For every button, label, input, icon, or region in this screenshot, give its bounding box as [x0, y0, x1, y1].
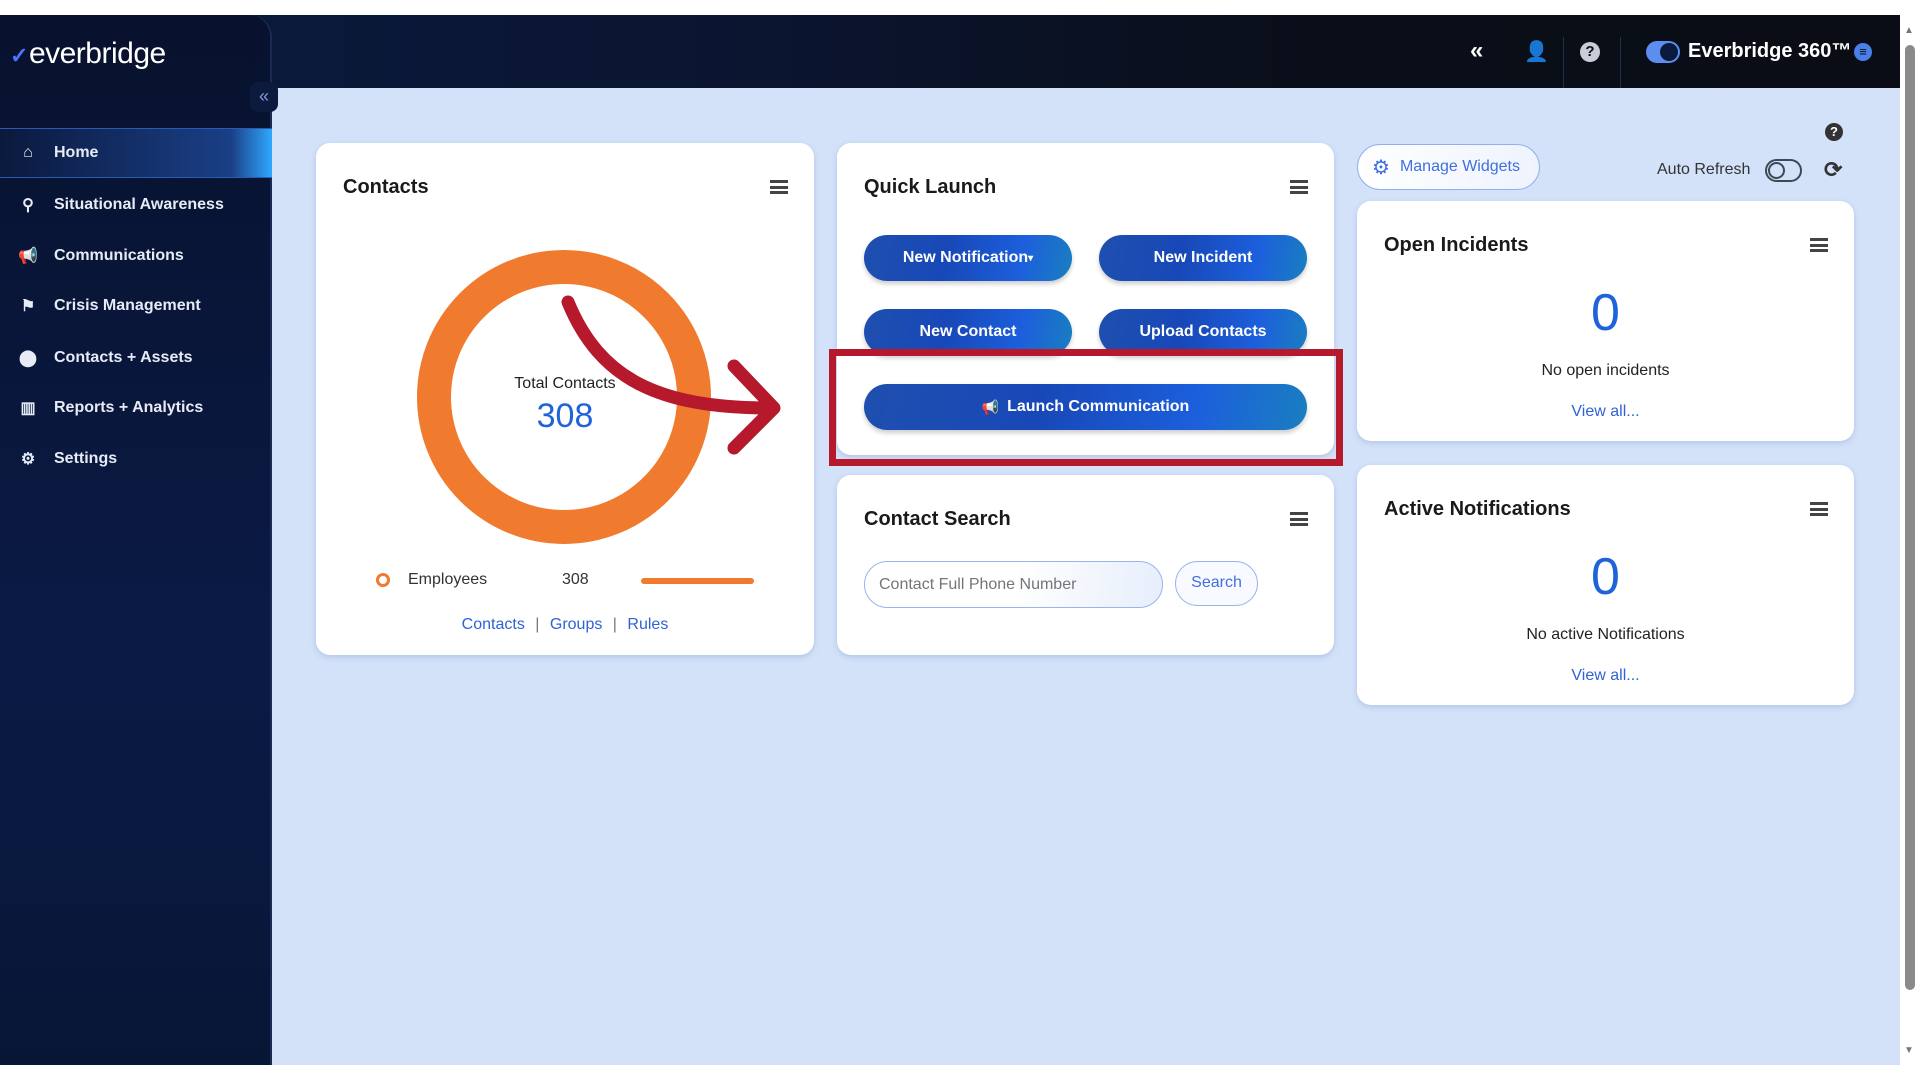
separator: | [535, 616, 540, 633]
divider [1620, 37, 1621, 95]
view-all-incidents-link[interactable]: View all... [1357, 403, 1854, 421]
help-icon[interactable]: ? [1825, 123, 1843, 141]
gear-icon: ⚙ [1372, 156, 1390, 179]
menu-icon[interactable] [1290, 180, 1308, 194]
sidebar-item-home[interactable]: ⌂ Home [0, 128, 272, 178]
gear-icon: ⚙ [20, 451, 36, 468]
highlight-box [829, 349, 1343, 466]
sidebar-item-situational-awareness[interactable]: ⚲ Situational Awareness [0, 180, 272, 230]
chart-icon: ▥ [20, 400, 36, 417]
scrollbar-thumb[interactable] [1905, 45, 1915, 990]
total-contacts-label: Total Contacts [514, 375, 616, 392]
top-header: « 👤 ? Everbridge 360™ ≡ [0, 15, 1900, 95]
sidebar-item-label: Home [54, 144, 99, 161]
home-icon: ⌂ [23, 144, 33, 161]
sidebar-item-label: Crisis Management [54, 297, 201, 314]
legend-marker [376, 573, 390, 587]
contact-phone-search-input[interactable] [864, 561, 1163, 608]
chat-icon[interactable]: ≡ [1854, 43, 1872, 61]
active-notifications-count: 0 [1591, 548, 1620, 606]
contacts-link[interactable]: Contacts [462, 616, 525, 633]
widget-title: Active Notifications [1384, 498, 1571, 520]
sidebar-item-label: Situational Awareness [54, 196, 224, 213]
sidebar-item-label: Contacts + Assets [54, 349, 193, 366]
sidebar-item-reports-analytics[interactable]: ▥ Reports + Analytics [0, 383, 272, 433]
product-name: Everbridge 360™ [1688, 40, 1852, 62]
sidebar: ✓everbridge « ⌂ Home ⚲ Situational Awarenes… [0, 15, 278, 1065]
sidebar-item-label: Settings [54, 450, 118, 467]
collapse-header-icon[interactable]: « [1470, 37, 1483, 65]
sidebar-item-label: Communications [54, 247, 184, 264]
crisis-icon: ⚑ [20, 298, 36, 315]
rules-link[interactable]: Rules [627, 616, 668, 633]
legend-bar-fill [641, 578, 754, 584]
new-incident-button[interactable]: New Incident [1099, 235, 1307, 281]
sidebar-item-settings[interactable]: ⚙ Settings [0, 434, 272, 484]
menu-icon[interactable] [1290, 512, 1308, 526]
new-notification-button[interactable]: New Notification ▾ [864, 235, 1072, 281]
sidebar-item-contacts-assets[interactable]: ⬤ Contacts + Assets [0, 333, 272, 383]
open-incidents-count: 0 [1591, 284, 1620, 342]
refresh-icon[interactable]: ⟳ [1824, 157, 1842, 183]
open-incidents-text: No open incidents [1541, 362, 1670, 379]
widget-title: Open Incidents [1384, 234, 1529, 256]
product-toggle[interactable] [1646, 41, 1680, 63]
scrollbar[interactable]: ▲ ▼ [1900, 15, 1920, 1065]
collapse-sidebar-button[interactable]: « [250, 82, 278, 112]
widget-title: Contact Search [864, 508, 1011, 530]
manage-widgets-button[interactable]: ⚙ Manage Widgets [1357, 144, 1540, 190]
map-pin-icon: ⬤ [19, 350, 37, 367]
contacts-widget: Contacts Total Contacts 308 Employees 30… [316, 143, 814, 655]
open-incidents-widget: Open Incidents 0 No open incidents View … [1357, 201, 1854, 441]
help-icon[interactable]: ? [1580, 42, 1600, 62]
groups-link[interactable]: Groups [550, 616, 602, 633]
legend-value: 308 [562, 571, 589, 588]
sidebar-item-communications[interactable]: 📢 Communications [0, 231, 272, 281]
separator: | [612, 616, 617, 633]
auto-refresh-toggle[interactable] [1765, 159, 1802, 182]
view-all-notifications-link[interactable]: View all... [1357, 667, 1854, 685]
legend-bar-track [641, 578, 754, 584]
contact-search-widget: Contact Search Search [837, 475, 1334, 655]
auto-refresh-label: Auto Refresh [1657, 161, 1751, 178]
active-notifications-widget: Active Notifications 0 No active Notific… [1357, 465, 1854, 705]
megaphone-icon: 📢 [18, 248, 38, 265]
menu-icon[interactable] [1810, 238, 1828, 252]
sidebar-item-crisis-management[interactable]: ⚑ Crisis Management [0, 281, 272, 331]
map-icon: ⚲ [22, 197, 34, 214]
legend-label: Employees [408, 571, 488, 588]
sidebar-item-label: Reports + Analytics [54, 399, 204, 416]
search-button[interactable]: Search [1175, 561, 1258, 606]
contacts-links: Contacts | Groups | Rules [316, 616, 814, 634]
widget-title: Quick Launch [864, 176, 997, 198]
user-icon[interactable]: 👤 [1524, 39, 1549, 64]
menu-icon[interactable] [1810, 502, 1828, 516]
total-contacts-value: 308 [536, 397, 594, 435]
manage-widgets-label: Manage Widgets [1399, 158, 1520, 175]
everbridge-logo[interactable]: ✓everbridge [10, 37, 166, 71]
active-notifications-text: No active Notifications [1526, 626, 1685, 643]
divider [1563, 37, 1564, 95]
